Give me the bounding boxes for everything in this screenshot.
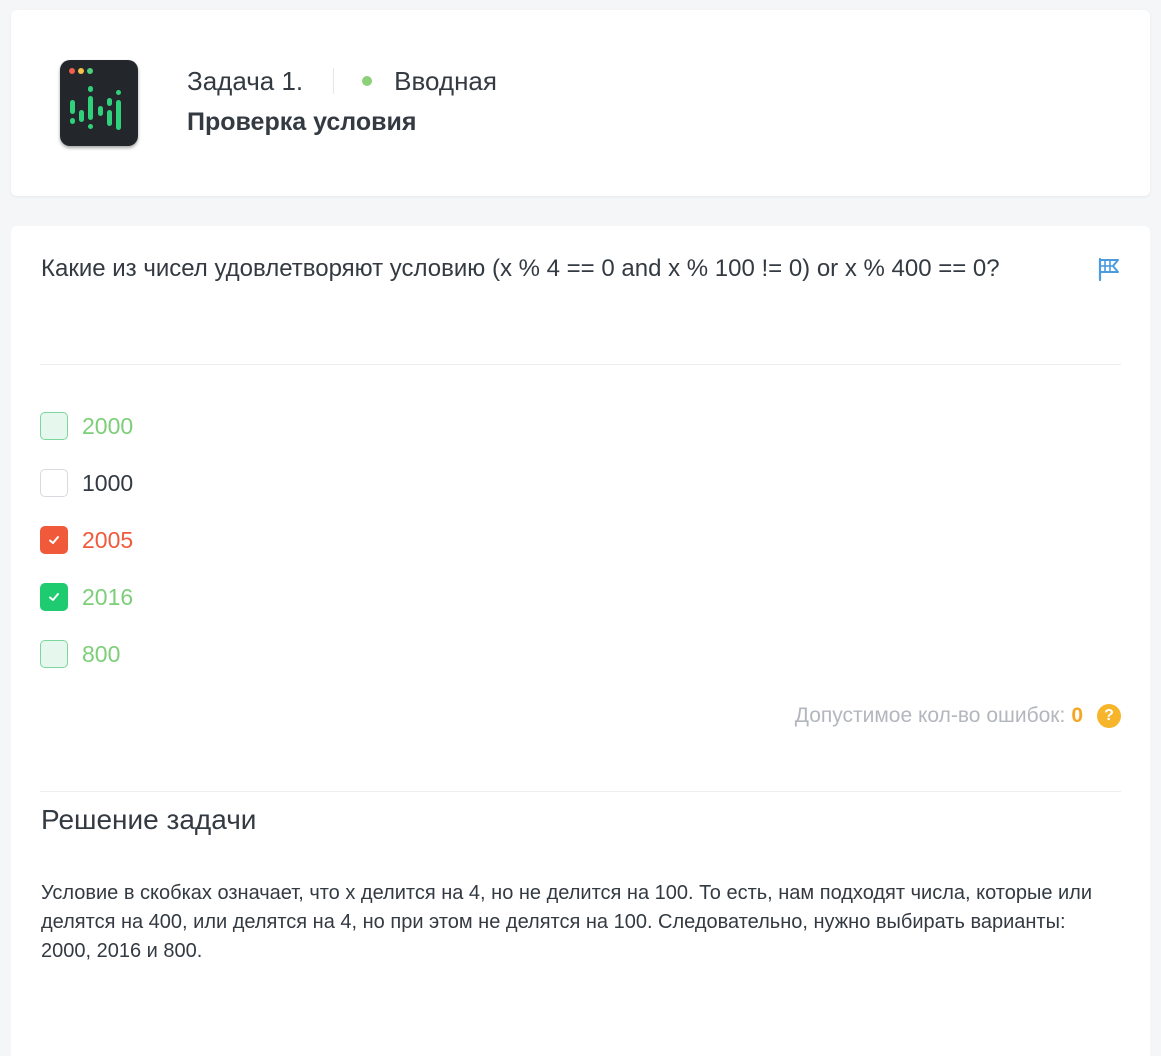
task-header-card: Задача 1. Вводная Проверка условия (11, 10, 1150, 196)
checkbox-800[interactable] (40, 640, 68, 668)
option-1000[interactable]: 1000 (40, 468, 133, 498)
option-2000[interactable]: 2000 (40, 411, 133, 441)
option-2016[interactable]: 2016 (40, 582, 133, 612)
solution-title: Решение задачи (41, 804, 257, 835)
option-label: 2000 (82, 412, 134, 439)
option-label: 1000 (82, 469, 134, 496)
question-text: Какие из чисел удовлетворяют условию (x … (41, 255, 1000, 282)
allowed-errors: Допустимое кол-во ошибок: 0 ? (795, 702, 1121, 730)
check-icon (49, 536, 59, 544)
flag-icon[interactable] (1096, 256, 1122, 282)
allowed-errors-label: Допустимое кол-во ошибок: (794, 704, 1066, 727)
solution-text: Условие в скобках означает, что x делитс… (41, 882, 1093, 962)
checkbox-2000[interactable] (40, 412, 68, 440)
title-separator (333, 68, 335, 94)
option-800[interactable]: 800 (40, 639, 120, 669)
checkbox-2016[interactable] (40, 583, 68, 611)
solution-divider (40, 791, 1121, 792)
option-label: 2005 (82, 526, 134, 553)
check-icon (49, 593, 59, 601)
level-indicator-dot (362, 76, 373, 86)
allowed-errors-count: 0 (1071, 704, 1083, 727)
checkbox-1000[interactable] (40, 469, 68, 497)
option-2005[interactable]: 2005 (40, 525, 133, 555)
checkbox-2005[interactable] (40, 526, 68, 554)
task-number: Задача 1. (187, 65, 304, 96)
task-level: Вводная (394, 65, 497, 96)
task-body-card: Какие из чисел удовлетворяют условию (x … (11, 226, 1150, 1056)
task-title: Проверка условия (187, 108, 417, 136)
help-icon[interactable]: ? (1097, 704, 1121, 728)
option-label: 800 (82, 640, 121, 667)
question-divider (40, 364, 1121, 365)
option-label: 2016 (82, 583, 134, 610)
terminal-chart-icon (60, 60, 138, 146)
